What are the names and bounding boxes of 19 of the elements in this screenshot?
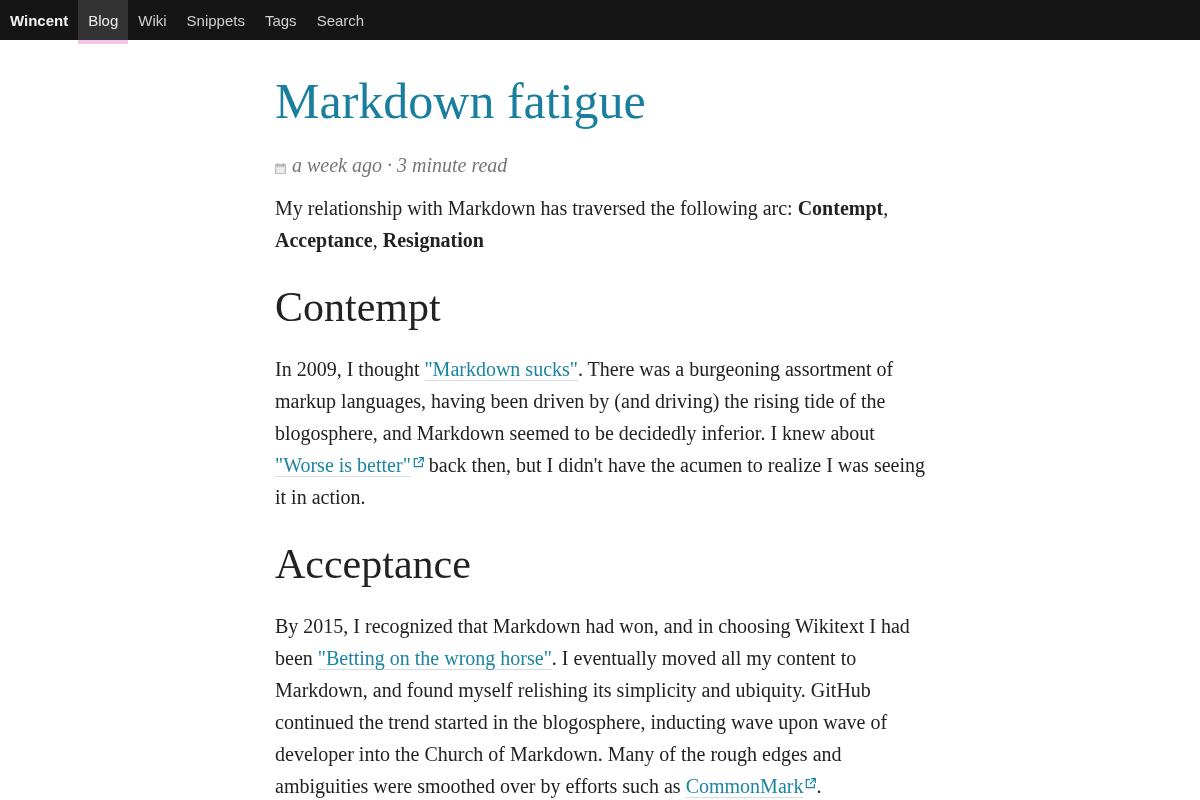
paragraph: In 2009, I thought "Markdown sucks". There was a burgeoning assortment of markup languages, having been driven by (and driving) the rising tide of the blogosphere, and Markdown seemed to be decidedly inferior. I knew about "Worse is better" back then, but I didn't have the acumen to realize I was seeing it in action. (275, 357, 925, 510)
nav-link[interactable]: Tags (254, 0, 307, 40)
text-link[interactable]: "Betting on the wrong horse" (317, 647, 552, 669)
external-link-icon (805, 778, 817, 789)
site-logo-link[interactable]: Wincent (0, 0, 79, 40)
section-heading: Acceptance (275, 540, 472, 589)
calendar-icon (275, 162, 286, 174)
section-heading: Contempt (275, 283, 442, 332)
paragraph: My relationship with Markdown has traversed the following arc: Contempt, Acceptance, Resignation (275, 196, 890, 254)
post-date-and-read-time: a week ago · 3 minute read (292, 153, 508, 177)
external-link-icon (412, 457, 424, 468)
nav-link[interactable]: Snippets (176, 0, 255, 40)
nav-link[interactable]: Search (306, 0, 375, 40)
text-link[interactable]: "Worse is better" (275, 454, 424, 476)
paragraph: By 2015, I recognized that Markdown had won, and in choosing Wikitext I had been "Betting on the wrong horse". I eventually moved all my content to Markdown, and found myself relishing its simplicity and ubiquity. GitHub continued the trend started in the blogosphere, inducting wave upon wave of developer into the Church of Markdown. Many of the rough edges and ambiguities were smoothed over by efforts such as CommonMark . (275, 614, 911, 800)
text-link[interactable]: CommonMark (685, 775, 817, 797)
article-title: Markdown fatigue (275, 72, 647, 131)
nav-link[interactable]: Wiki (128, 0, 177, 40)
text-link[interactable]: "Markdown sucks" (424, 358, 578, 380)
